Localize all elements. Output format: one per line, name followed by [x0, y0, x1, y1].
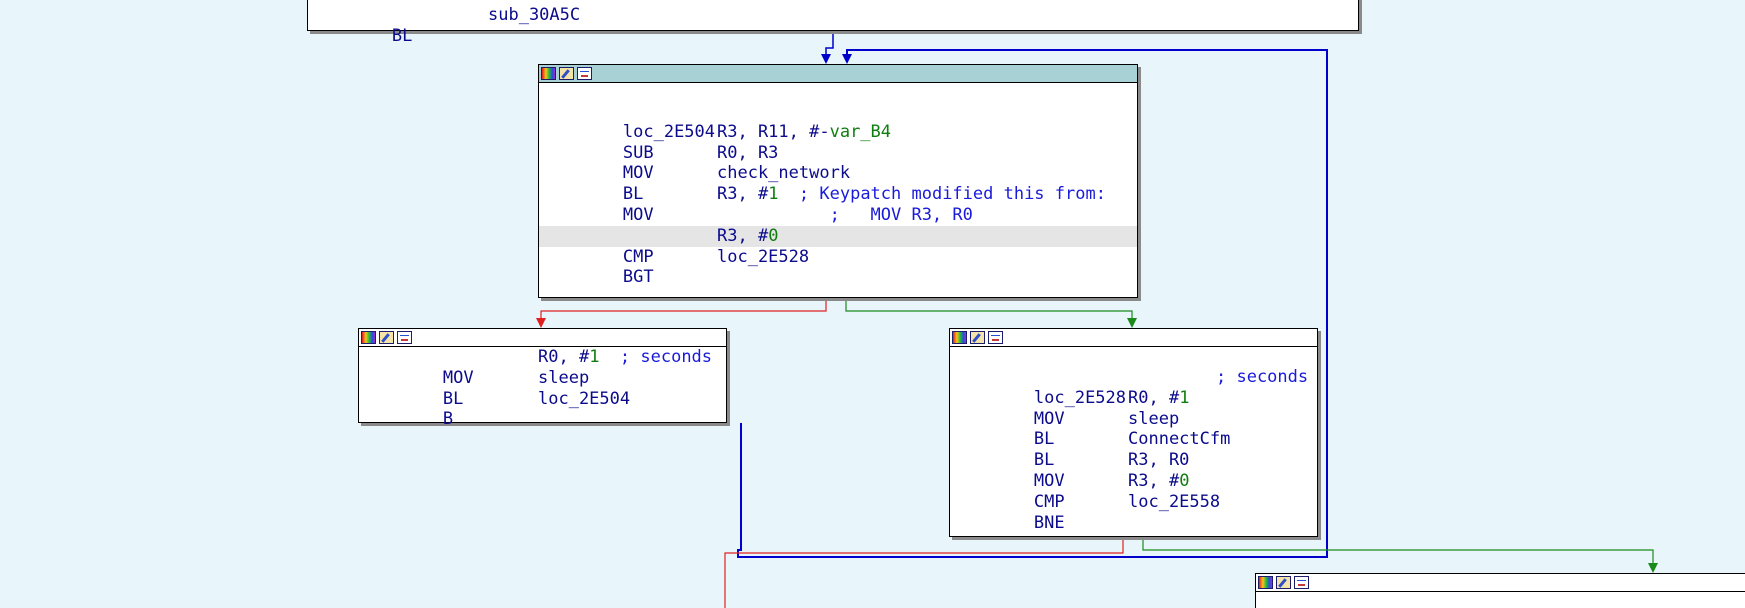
instruction-line[interactable]: MOV R0, R3: [539, 142, 1137, 184]
immediate-value: 1: [1179, 387, 1190, 408]
comment: ; Keypatch modified this from:: [778, 184, 1106, 205]
code-block-sleep-loop[interactable]: MOV R0, #1 ; seconds BL sleep B loc_2E50…: [358, 328, 727, 430]
instruction-line[interactable]: BGT loc_2E528: [539, 247, 1137, 288]
call-target[interactable]: check_network: [717, 163, 850, 184]
branch-target[interactable]: loc_2E558: [1128, 492, 1220, 513]
instruction-line-highlighted[interactable]: CMP R3, #0: [539, 225, 1137, 267]
graph-overview-icon[interactable]: [1294, 576, 1309, 589]
immediate-value: 0: [1179, 470, 1190, 491]
operands: R0, #1 ; seconds: [538, 347, 712, 368]
call-target[interactable]: sleep: [1128, 409, 1179, 430]
block-label[interactable]: loc_2E528 ; seconds: [950, 367, 1317, 408]
color-palette-icon[interactable]: [361, 331, 376, 344]
operands: R0, R3: [717, 142, 779, 163]
edge-loc-2e528-false: [724, 537, 1124, 608]
operands: R3, #0: [1128, 471, 1189, 492]
instruction-line[interactable]: BL sleep: [950, 409, 1317, 450]
mnemonic: B: [442, 409, 454, 430]
graph-overview-icon[interactable]: [397, 331, 412, 344]
stack-variable[interactable]: var_B4: [830, 122, 891, 142]
color-palette-icon[interactable]: [541, 67, 556, 80]
instruction-line[interactable]: MOV R3, #1 ; Keypatch modified this from…: [539, 184, 1137, 225]
operand-text: R0, #: [1128, 387, 1180, 408]
edge-true-branch: [845, 298, 1133, 322]
comment: ; seconds: [1216, 367, 1309, 387]
instruction-line[interactable]: SUB R3, R11, #-var_B4: [539, 122, 1137, 163]
operand-text: R3, #: [717, 184, 769, 205]
graph-overview-icon[interactable]: [577, 67, 592, 80]
block-titlebar[interactable]: [359, 329, 726, 347]
immediate-value: 0: [768, 225, 779, 246]
block-label[interactable]: loc_2E504: [539, 101, 1137, 142]
edit-pencil-icon[interactable]: [970, 331, 985, 344]
arrowhead-blue: [821, 54, 831, 64]
operands: R3, #0: [717, 226, 778, 247]
operands: R3, R11, #-var_B4: [717, 122, 891, 143]
ida-graph-view[interactable]: BL sub_30A5C loc_2E504 SUB R3, R11, #-va…: [0, 0, 1745, 608]
code-block-loc-2e558[interactable]: [1255, 573, 1745, 608]
edge-top-to-loc-2e504: [825, 31, 834, 58]
instruction-line[interactable]: BL sub_30A5C: [308, 5, 1358, 46]
instruction-line[interactable]: B loc_2E504: [359, 389, 726, 430]
operand-text: R0, #: [538, 347, 590, 367]
instruction-line[interactable]: MOV R0, #1 ; seconds: [359, 347, 726, 388]
edit-pencil-icon[interactable]: [379, 331, 394, 344]
operands: R0, #1: [1128, 388, 1189, 409]
mnemonic: BNE: [1033, 512, 1065, 533]
instruction-line[interactable]: BL check_network: [539, 163, 1137, 204]
instruction-line[interactable]: MOV R3, R0: [950, 450, 1317, 491]
comment: ; seconds: [599, 347, 713, 367]
call-target[interactable]: sleep: [538, 368, 589, 389]
block-titlebar[interactable]: [539, 65, 1137, 83]
edit-pencil-icon[interactable]: [559, 67, 574, 80]
code-block-loc-2e504[interactable]: loc_2E504 SUB R3, R11, #-var_B4 MOV R0, …: [538, 64, 1138, 298]
operand-text: R3, R11, #-: [717, 121, 830, 142]
edit-pencil-icon[interactable]: [1276, 576, 1291, 589]
instruction-line[interactable]: BNE loc_2E558: [950, 492, 1317, 533]
color-palette-icon[interactable]: [1258, 576, 1273, 589]
immediate-value: 1: [589, 347, 600, 367]
mnemonic: BGT: [622, 267, 654, 288]
instruction-line[interactable]: BL ConnectCfm: [950, 429, 1317, 470]
operands: sub_30A5C: [488, 5, 581, 25]
graph-overview-icon[interactable]: [988, 331, 1003, 344]
instruction-line[interactable]: MOV R0, #1: [950, 388, 1317, 429]
edge-loc-2e528-true: [1142, 537, 1654, 567]
operands: ; MOV R3, R0: [717, 205, 973, 226]
mnemonic: BL: [391, 25, 413, 46]
code-block-top[interactable]: BL sub_30A5C: [307, 0, 1359, 46]
call-target[interactable]: ConnectCfm: [1128, 429, 1230, 450]
code-block-loc-2e528[interactable]: loc_2E528 ; seconds MOV R0, #1 BL sleep …: [949, 328, 1318, 537]
comment: ; MOV R3, R0: [717, 204, 973, 225]
block-titlebar[interactable]: [1256, 574, 1745, 592]
block-titlebar[interactable]: [950, 329, 1317, 347]
instruction-line[interactable]: ; MOV R3, R0: [539, 205, 1137, 226]
operand-text: R3, #: [1128, 470, 1180, 491]
branch-target[interactable]: loc_2E504: [538, 389, 630, 410]
instruction-line[interactable]: BL sleep: [359, 368, 726, 409]
operand-text: R3, #: [717, 225, 769, 246]
instruction-line[interactable]: CMP R3, #0: [950, 471, 1317, 512]
color-palette-icon[interactable]: [952, 331, 967, 344]
operands: R3, R0: [1128, 450, 1190, 471]
immediate-value: 1: [768, 184, 779, 205]
operands: R3, #1 ; Keypatch modified this from:: [717, 184, 1106, 205]
branch-target[interactable]: loc_2E528: [717, 247, 809, 268]
